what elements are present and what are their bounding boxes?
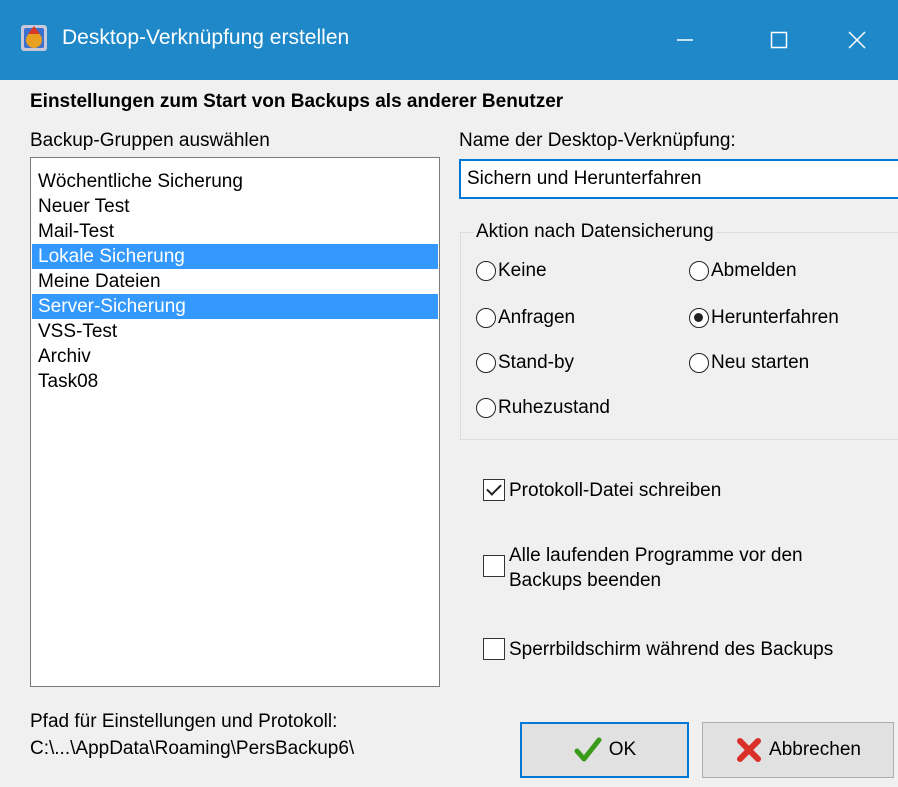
list-item-selected[interactable]: Lokale Sicherung (32, 244, 438, 269)
maximize-icon (770, 31, 788, 49)
radio-ruhezustand[interactable]: Ruhezustand (476, 397, 610, 419)
ok-button[interactable]: OK (520, 722, 689, 778)
ok-label: OK (608, 739, 637, 760)
radio-label: Ruhezustand (498, 397, 610, 418)
list-item[interactable]: Neuer Test (32, 194, 438, 219)
checkbox-label: Alle laufenden Programme vor den Backups… (509, 545, 803, 591)
radio-standby[interactable]: Stand-by (476, 352, 574, 374)
radio-anfragen[interactable]: Anfragen (476, 307, 575, 329)
list-item[interactable]: Archiv (32, 344, 438, 369)
app-icon (18, 22, 52, 56)
close-icon (848, 31, 866, 49)
shortcut-name-label: Name der Desktop-Verknüpfung: (459, 130, 736, 151)
radio-herunterfahren[interactable]: Herunterfahren (689, 307, 839, 329)
list-item[interactable]: Wöchentliche Sicherung (32, 169, 438, 194)
radio-label: Keine (498, 260, 547, 281)
radio-label: Abmelden (711, 260, 797, 281)
radio-circle-icon (689, 261, 709, 281)
checkbox-icon (483, 555, 505, 577)
minimize-button[interactable] (638, 0, 732, 80)
radio-label: Stand-by (498, 352, 575, 373)
list-item[interactable]: Task08 (32, 369, 438, 394)
radio-circle-icon (476, 353, 496, 373)
radio-label: Anfragen (498, 307, 576, 328)
checkbox-icon (483, 638, 505, 660)
cancel-button[interactable]: Abbrechen (702, 722, 894, 778)
maximize-button[interactable] (732, 0, 826, 80)
radio-neu-starten[interactable]: Neu starten (689, 352, 809, 374)
checkbox-label: Protokoll-Datei schreiben (509, 480, 722, 501)
close-programs-checkbox[interactable]: Alle laufenden Programme vor den Backups… (483, 543, 863, 593)
minimize-icon (677, 39, 693, 41)
list-item[interactable]: Meine Dateien (32, 269, 438, 294)
radio-circle-icon (689, 353, 709, 373)
close-button[interactable] (816, 0, 898, 80)
radio-label: Herunterfahren (711, 307, 839, 328)
checkbox-checked-icon (483, 479, 505, 501)
shortcut-name-input[interactable] (459, 159, 898, 199)
radio-label: Neu starten (711, 352, 810, 373)
lock-screen-checkbox[interactable]: Sperrbildschirm während des Backups (483, 637, 833, 662)
path-value: C:\...\AppData\Roaming\PersBackup6\ (30, 738, 355, 759)
window-title: Desktop-Verknüpfung erstellen (62, 26, 350, 49)
cancel-label: Abbrechen (769, 739, 861, 760)
radio-circle-icon (476, 261, 496, 281)
backup-groups-label: Backup-Gruppen auswählen (30, 130, 270, 151)
radio-abmelden[interactable]: Abmelden (689, 260, 797, 282)
checkmark-icon (574, 737, 602, 762)
action-groupbox-legend: Aktion nach Datensicherung (474, 221, 716, 243)
radio-selected-icon (689, 308, 709, 328)
list-item[interactable]: VSS-Test (32, 319, 438, 344)
radio-circle-icon (476, 398, 496, 418)
write-log-checkbox[interactable]: Protokoll-Datei schreiben (483, 478, 721, 503)
list-item[interactable]: Mail-Test (32, 219, 438, 244)
radio-keine[interactable]: Keine (476, 260, 547, 282)
list-item-selected[interactable]: Server-Sicherung (32, 294, 438, 319)
settings-heading: Einstellungen zum Start von Backups als … (30, 91, 564, 112)
backup-groups-listbox[interactable]: Wöchentliche Sicherung Neuer Test Mail-T… (30, 157, 440, 687)
path-label: Pfad für Einstellungen und Protokoll: (30, 711, 338, 732)
radio-circle-icon (476, 308, 496, 328)
red-x-icon (737, 738, 762, 762)
checkbox-label: Sperrbildschirm während des Backups (509, 639, 834, 660)
title-bar: Desktop-Verknüpfung erstellen (0, 0, 898, 80)
